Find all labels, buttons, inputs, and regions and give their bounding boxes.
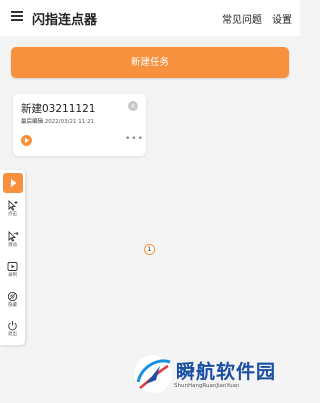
top-bar: 闪指连点器 常见问题 设置 — [0, 0, 300, 36]
task-last-edited: 最后编辑 2022/03/21 11:21 — [21, 117, 94, 125]
app-title: 闪指连点器 — [32, 13, 98, 28]
record-icon — [7, 262, 18, 271]
tool-hide[interactable]: 隐藏 — [0, 291, 25, 308]
new-task-button[interactable]: 新建任务 — [11, 47, 289, 78]
play-icon[interactable] — [21, 135, 32, 146]
tool-swipe[interactable]: 滑动 — [0, 231, 25, 248]
play-button[interactable] — [3, 173, 23, 193]
tool-label: 滑动 — [8, 243, 17, 248]
tap-point-marker[interactable]: 1 — [144, 244, 155, 255]
tool-record[interactable]: 录制 — [0, 261, 25, 278]
tool-exit[interactable]: 退出 — [0, 320, 25, 337]
tool-add-tap[interactable]: 点击 — [0, 200, 25, 217]
more-options-icon[interactable]: ••• — [125, 134, 144, 144]
menu-icon[interactable] — [11, 11, 23, 21]
tool-label: 录制 — [8, 273, 17, 278]
tool-label: 隐藏 — [8, 303, 17, 308]
tool-label: 退出 — [8, 332, 17, 337]
task-card[interactable]: 新建03211121 × 最后编辑 2022/03/21 11:21 ••• — [13, 94, 146, 156]
floating-toolbar: 点击 滑动 录制 隐藏 退出 — [0, 170, 25, 345]
add-tap-icon — [8, 200, 18, 211]
faq-link[interactable]: 常见问题 — [222, 11, 262, 26]
swipe-icon — [8, 231, 19, 242]
close-icon[interactable]: × — [128, 101, 138, 111]
tool-label: 点击 — [8, 212, 17, 217]
watermark-text: 瞬航软件园 — [176, 361, 277, 383]
last-edited-label: 最后编辑 — [21, 119, 44, 125]
watermark: 瞬航软件园 ShunHangRuanJianYuan — [132, 352, 297, 400]
power-icon — [8, 321, 17, 331]
watermark-logo-icon — [134, 355, 172, 393]
last-edited-value: 2022/03/21 11:21 — [44, 119, 95, 125]
settings-link[interactable]: 设置 — [272, 11, 292, 26]
hide-icon — [7, 291, 18, 302]
task-name: 新建03211121 — [21, 103, 96, 115]
watermark-subtext: ShunHangRuanJianYuan — [174, 383, 240, 389]
